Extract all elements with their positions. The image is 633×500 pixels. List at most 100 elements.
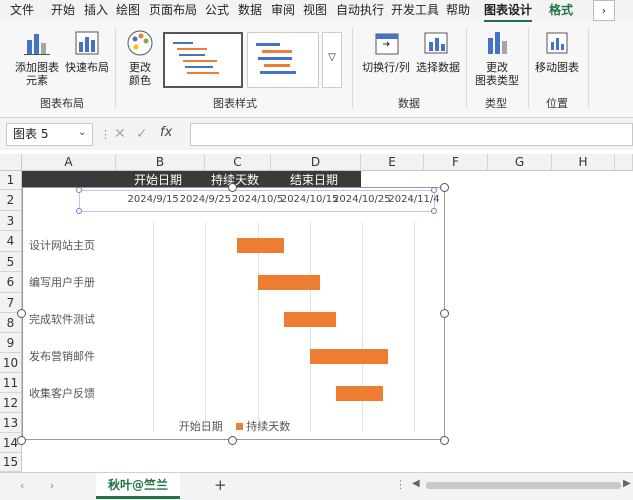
column-header-b[interactable]: B (116, 154, 205, 171)
gantt-chart[interactable]: 2024/9/15 2024/9/25 2024/10/5 2024/10/15 202… (22, 187, 445, 440)
column-header-a[interactable]: A (22, 154, 116, 171)
quick-layout-label: 快速布局 (65, 61, 109, 74)
column-header-d[interactable]: D (271, 154, 361, 171)
chart-style-2-thumbnail[interactable] (247, 32, 319, 88)
duration-bar[interactable] (257, 274, 321, 290)
column-header-f[interactable]: F (424, 154, 488, 171)
row-header-12[interactable]: 12 (0, 393, 22, 413)
duration-bar[interactable] (309, 349, 388, 365)
resize-handle[interactable] (440, 436, 449, 445)
category-labels: 设计网站主页 编写用户手册 完成软件测试 发布营销邮件 收集客户反馈 (23, 222, 103, 432)
ribbon-separator (466, 28, 467, 108)
row-header-9[interactable]: 9 (0, 333, 22, 353)
add-chart-element-button[interactable]: 添加图表 元素 (14, 28, 60, 87)
resize-handle[interactable] (440, 309, 449, 318)
change-colors-button[interactable]: 更改 颜色 (120, 28, 160, 87)
menu-format[interactable]: 格式 (549, 0, 573, 22)
row-header-13[interactable]: 13 (0, 413, 22, 433)
gridline (309, 222, 311, 432)
chart-legend[interactable]: 开始日期 持续天数 (23, 418, 446, 434)
move-chart-button[interactable]: 移动图表 (532, 28, 582, 74)
duration-bar[interactable] (283, 312, 336, 327)
category-label: 完成软件测试 (29, 313, 95, 326)
more-options-icon[interactable]: ⋮ (395, 478, 406, 491)
menu-developer[interactable]: 开发工具 (391, 0, 439, 22)
menu-bar: 文件 开始 插入 绘图 页面布局 公式 数据 审阅 视图 自动执行 开发工具 帮… (0, 0, 633, 22)
chart-style-1-preview (173, 42, 219, 74)
menu-chart-design[interactable]: 图表设计 (484, 0, 533, 22)
column-header-e[interactable]: E (361, 154, 424, 171)
next-sheet-icon[interactable]: › (50, 479, 54, 492)
prev-sheet-icon[interactable]: ‹ (20, 479, 24, 492)
legend-duration-swatch (236, 423, 244, 430)
change-chart-type-icon (488, 32, 507, 54)
quick-layout-button[interactable]: 快速布局 (64, 28, 110, 74)
horizontal-scrollbar[interactable] (426, 482, 621, 489)
style-gallery-more-icon[interactable]: ▽ (322, 32, 342, 88)
select-data-button[interactable]: 选择数据 (416, 28, 460, 74)
resize-handle[interactable] (228, 183, 237, 192)
resize-handle[interactable] (228, 436, 237, 445)
menu-data[interactable]: 数据 (238, 0, 262, 22)
menu-formulas[interactable]: 公式 (205, 0, 229, 22)
row-header-5[interactable]: 5 (0, 252, 22, 272)
scroll-right-icon[interactable]: ▶ (623, 478, 631, 489)
row-header-15[interactable]: 15 (0, 453, 22, 472)
add-chart-element-label-2: 元素 (26, 74, 48, 87)
add-sheet-button[interactable]: + (214, 476, 227, 494)
duration-bar[interactable] (335, 386, 383, 402)
row-header-6[interactable]: 6 (0, 272, 22, 293)
menu-help[interactable]: 帮助 (446, 0, 470, 22)
row-header-10[interactable]: 10 (0, 353, 22, 373)
change-chart-type-button[interactable]: 更改 图表类型 (472, 28, 522, 87)
sheet-tab-active[interactable]: 秋叶@竺兰 (96, 473, 180, 499)
menu-file[interactable]: 文件 (10, 0, 34, 22)
menu-automate[interactable]: 自动执行 (336, 0, 384, 22)
column-header-g[interactable]: G (488, 154, 552, 171)
group-type: 类型 (485, 97, 507, 110)
menu-view[interactable]: 视图 (303, 0, 327, 22)
add-chart-element-label-1: 添加图表 (15, 61, 59, 74)
formula-input[interactable] (190, 123, 633, 146)
menu-page-layout[interactable]: 页面布局 (149, 0, 197, 22)
scroll-left-icon[interactable]: ◀ (412, 478, 420, 489)
ribbon: 添加图表 元素 快速布局 更改 颜色 ▽ 切换行/列 选择数据 更改 图表类型 … (0, 22, 633, 118)
chart-style-1-thumbnail[interactable] (163, 32, 243, 88)
row-header-1[interactable]: 1 (0, 171, 22, 190)
change-colors-label-1: 更改 (129, 61, 151, 74)
ribbon-separator (528, 28, 529, 108)
name-box-dropdown-icon[interactable]: ⌄ (78, 127, 86, 138)
group-chart-layout: 图表布局 (40, 97, 84, 110)
x-axis-ticks: 2024/9/15 2024/9/25 2024/10/5 2024/10/15 202… (23, 194, 446, 210)
cancel-icon[interactable]: ✕ (114, 126, 126, 142)
worksheet-grid: A B C D E F G H 1 2 3 4 5 6 7 8 9 10 11 … (0, 150, 633, 472)
enter-icon[interactable]: ✓ (136, 126, 148, 142)
change-colors-label-2: 颜色 (129, 74, 151, 87)
row-header-2[interactable]: 2 (0, 190, 22, 211)
menu-home[interactable]: 开始 (51, 0, 75, 22)
row-header-4[interactable]: 4 (0, 231, 22, 252)
resize-handle[interactable] (17, 436, 26, 445)
row-header-3[interactable]: 3 (0, 211, 22, 231)
axis-handle[interactable] (431, 187, 437, 193)
column-header-h[interactable]: H (552, 154, 615, 171)
select-all-corner[interactable] (0, 154, 22, 171)
menu-draw[interactable]: 绘图 (116, 0, 140, 22)
switch-row-column-label: 切换行/列 (362, 61, 410, 74)
change-chart-type-label-2: 图表类型 (475, 74, 519, 87)
chevron-right-icon[interactable]: › (593, 0, 615, 21)
chart-style-2-preview (256, 43, 296, 74)
row-header-11[interactable]: 11 (0, 373, 22, 393)
group-chart-styles: 图表样式 (213, 97, 257, 110)
switch-row-column-button[interactable]: 切换行/列 (358, 28, 414, 74)
column-header-c[interactable]: C (205, 154, 271, 171)
duration-bar[interactable] (236, 237, 284, 253)
ribbon-separator (115, 28, 116, 108)
ribbon-separator (352, 28, 353, 108)
menu-review[interactable]: 审阅 (271, 0, 295, 22)
menu-insert[interactable]: 插入 (84, 0, 108, 22)
resize-handle[interactable] (17, 309, 26, 318)
resize-handle[interactable] (440, 183, 449, 192)
insert-function-button[interactable]: fx (160, 125, 172, 140)
axis-handle[interactable] (76, 187, 82, 193)
